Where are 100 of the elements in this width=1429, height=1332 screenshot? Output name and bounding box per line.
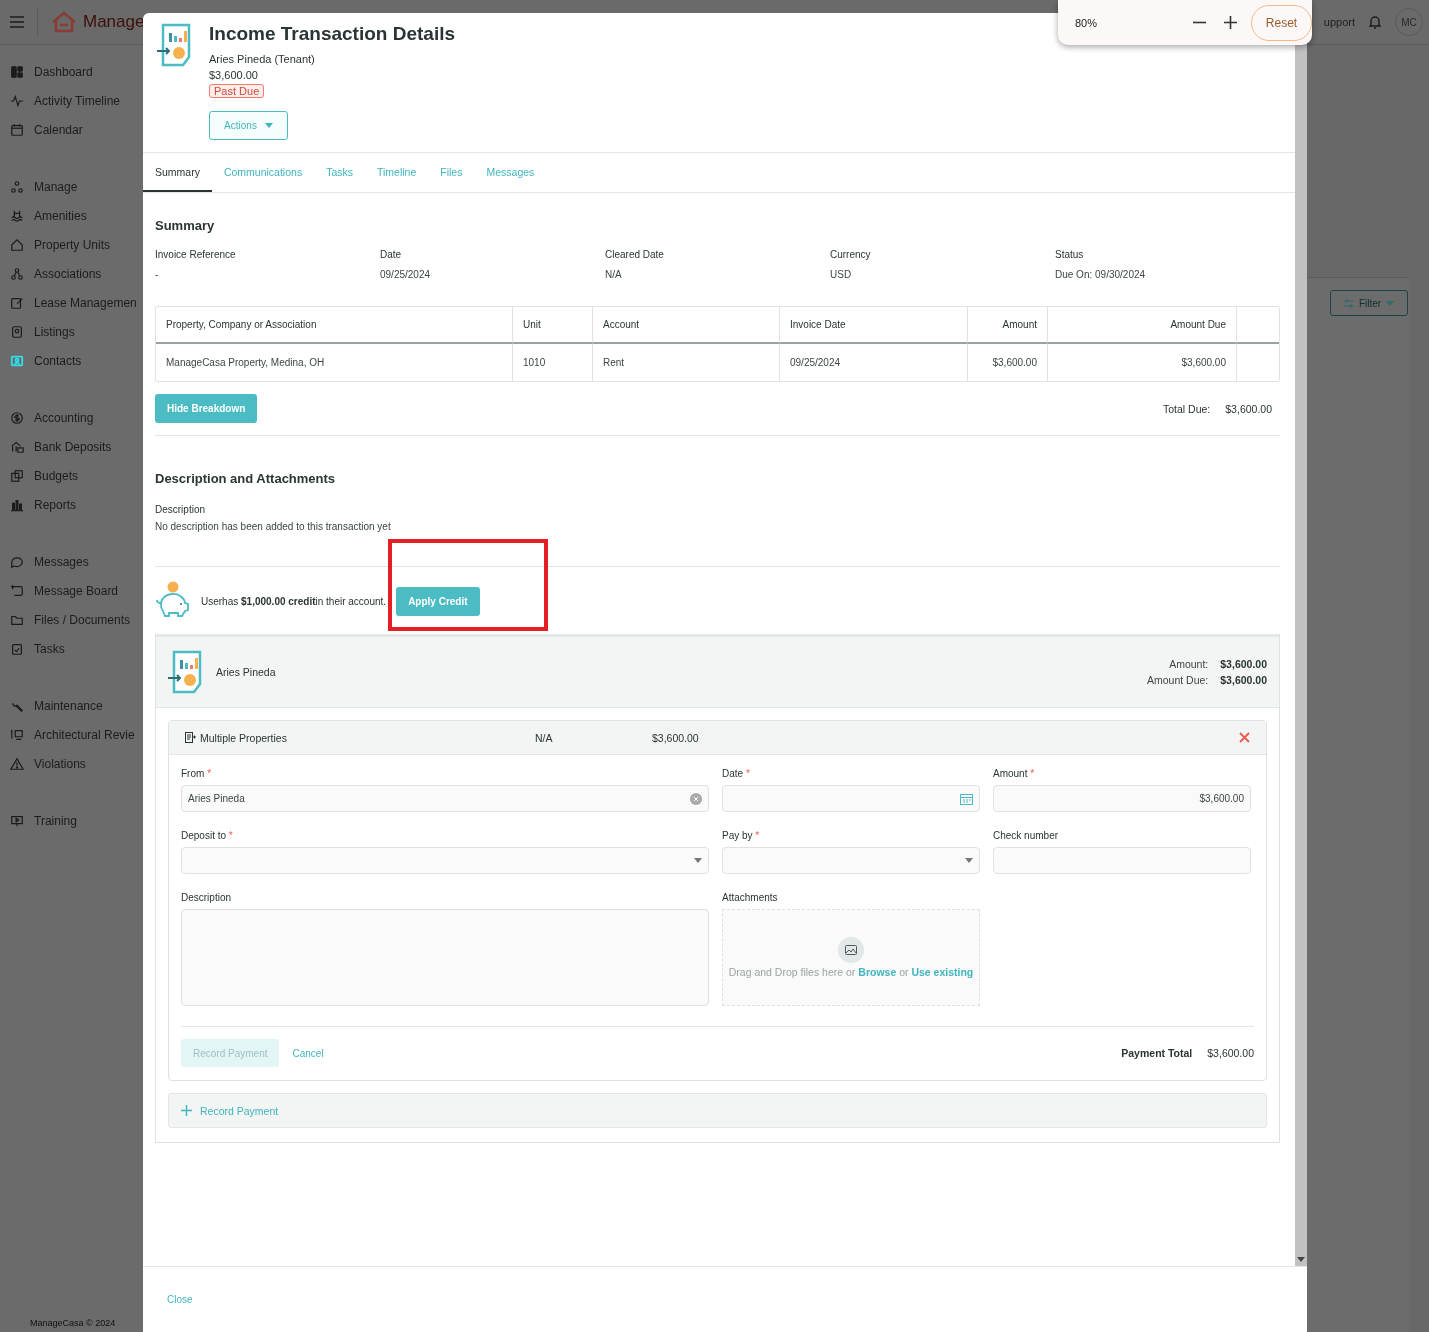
document-icon bbox=[185, 732, 196, 743]
description-textarea[interactable] bbox=[181, 909, 709, 1006]
select-field[interactable] bbox=[722, 847, 980, 874]
dropzone-text: Drag and Drop files here or Browse or Use existing bbox=[728, 966, 974, 978]
from-select[interactable]: Aries Pineda bbox=[181, 785, 709, 812]
bell-icon[interactable] bbox=[1369, 15, 1381, 29]
cancel-link[interactable]: Cancel bbox=[292, 1047, 324, 1059]
close-icon[interactable] bbox=[1239, 732, 1250, 743]
input-field[interactable]: $3,600.00 bbox=[993, 785, 1251, 812]
field-value: N/A bbox=[605, 269, 623, 280]
caret-icon bbox=[264, 123, 273, 128]
total-due-value: $3,600.00 bbox=[1225, 402, 1272, 415]
field-label: Amount * bbox=[993, 768, 1036, 779]
browse-link[interactable]: Browse bbox=[858, 966, 897, 978]
support-link[interactable]: upport bbox=[1323, 16, 1355, 28]
date-input[interactable] bbox=[722, 785, 980, 812]
sidebar-item[interactable]: Listings bbox=[0, 317, 143, 346]
field-label: Currency bbox=[830, 249, 872, 260]
sidebar-item[interactable]: Dashboard bbox=[0, 57, 143, 86]
sidebar-item[interactable]: Tasks bbox=[0, 634, 143, 663]
required-asterisk: * bbox=[755, 830, 760, 841]
plus-icon bbox=[1224, 16, 1238, 29]
table-cell: ManageCasa Property, Medina, OH bbox=[156, 344, 513, 381]
sliders-icon bbox=[1343, 298, 1354, 308]
total-due-label: Total Due: bbox=[1163, 402, 1211, 415]
clear-icon[interactable] bbox=[690, 792, 702, 805]
column-header: Amount bbox=[968, 307, 1048, 344]
add-record-payment-button[interactable]: Record Payment bbox=[168, 1093, 1267, 1128]
field-label: Pay by * bbox=[722, 830, 761, 841]
required-asterisk: * bbox=[207, 768, 212, 779]
sidebar-item[interactable]: Bank Deposits bbox=[0, 432, 143, 461]
field-label: Status bbox=[1055, 249, 1085, 260]
sidebar-item[interactable]: Calendar bbox=[0, 115, 143, 144]
field-label: Check number bbox=[993, 830, 1060, 841]
caret-icon bbox=[1386, 300, 1395, 306]
field-label: Date * bbox=[722, 768, 751, 779]
use-existing-link[interactable]: Use existing bbox=[911, 966, 974, 978]
table-cell: $3,600.00 bbox=[968, 344, 1048, 381]
tab[interactable]: Messages bbox=[474, 153, 547, 192]
sidebar-item[interactable]: Violations bbox=[0, 749, 143, 778]
tab[interactable]: Summary bbox=[143, 153, 212, 192]
caret-icon bbox=[965, 858, 973, 863]
close-link[interactable]: Close bbox=[167, 1294, 193, 1305]
input-field[interactable] bbox=[993, 847, 1251, 874]
column-header: Invoice Date bbox=[780, 307, 968, 344]
sidebar-item[interactable]: Associations bbox=[0, 259, 143, 288]
sidebar-item[interactable]: Files / Documents bbox=[0, 605, 143, 634]
tab[interactable]: Timeline bbox=[365, 153, 429, 192]
sidebar-item[interactable]: Activity Timeline bbox=[0, 86, 143, 115]
house-logo-icon bbox=[51, 11, 77, 33]
required-asterisk: * bbox=[745, 768, 750, 779]
image-icon bbox=[838, 937, 864, 963]
sidebar-item[interactable]: Budgets bbox=[0, 461, 143, 490]
file-dropzone[interactable]: Drag and Drop files here or Browse or Use existing bbox=[722, 909, 980, 1006]
apply-credit-button[interactable]: Apply Credit bbox=[396, 586, 480, 616]
sidebar-item[interactable]: Accounting bbox=[0, 403, 143, 432]
table-cell: 09/25/2024 bbox=[780, 344, 968, 381]
sidebar-item[interactable]: Message Board bbox=[0, 576, 143, 605]
payment-unit: N/A bbox=[535, 731, 554, 744]
actions-button[interactable]: Actions bbox=[209, 111, 288, 140]
calendar-icon[interactable] bbox=[960, 792, 973, 805]
modal-title: Income Transaction Details bbox=[209, 23, 456, 45]
section-heading: Description and Attachments bbox=[155, 471, 337, 486]
field-value: Due On: 09/30/2024 bbox=[1055, 269, 1147, 280]
payment-amount: $3,600.00 bbox=[652, 731, 700, 744]
tab[interactable]: Communications bbox=[211, 153, 315, 192]
copyright-text: ManageCasa © 2024 bbox=[30, 1318, 116, 1328]
tab[interactable]: Files bbox=[428, 153, 475, 192]
hide-breakdown-button[interactable]: Hide Breakdown bbox=[155, 394, 258, 423]
payment-total-label: Payment Total bbox=[1121, 1047, 1193, 1059]
select-field[interactable] bbox=[181, 847, 709, 874]
table-cell: $3,600.00 bbox=[1048, 344, 1237, 381]
sidebar-item[interactable]: Training bbox=[0, 806, 143, 835]
zoom-level: 80% bbox=[1075, 16, 1098, 29]
sidebar-item[interactable]: Property Units bbox=[0, 230, 143, 259]
sidebar-item[interactable]: Architectural Revie bbox=[0, 720, 143, 749]
credit-message: Userhas $1,000.00 creditin their account. bbox=[201, 595, 387, 607]
amount-due-value: $3,600.00 bbox=[1220, 674, 1267, 686]
scroll-down-icon[interactable] bbox=[1297, 1257, 1305, 1262]
sidebar-item[interactable]: Contacts bbox=[0, 346, 143, 375]
column-header: Amount Due bbox=[1048, 307, 1237, 344]
caret-icon bbox=[694, 858, 702, 863]
filter-button[interactable]: Filter bbox=[1330, 290, 1408, 316]
menu-icon[interactable] bbox=[10, 16, 24, 28]
field-label: Description bbox=[181, 892, 233, 903]
field-label: Cleared Date bbox=[605, 249, 665, 260]
sidebar-item[interactable]: Maintenance bbox=[0, 691, 143, 720]
description-text: No description has been added to this transaction yet bbox=[155, 521, 392, 532]
field-value: 09/25/2024 bbox=[380, 269, 432, 280]
transaction-amount: $3,600.00 bbox=[209, 68, 258, 83]
status-badge: Past Due bbox=[209, 84, 265, 98]
field-value: USD bbox=[830, 269, 853, 280]
sidebar-item[interactable]: Reports bbox=[0, 490, 143, 519]
field-label: Description bbox=[155, 504, 207, 515]
sidebar-item[interactable]: Messages bbox=[0, 547, 143, 576]
sidebar-item[interactable]: Lease Managemen bbox=[0, 288, 143, 317]
section-heading: Summary bbox=[155, 218, 216, 233]
sidebar-item[interactable]: Amenities bbox=[0, 201, 143, 230]
sidebar-item[interactable]: Manage bbox=[0, 172, 143, 201]
tab[interactable]: Tasks bbox=[314, 153, 365, 192]
